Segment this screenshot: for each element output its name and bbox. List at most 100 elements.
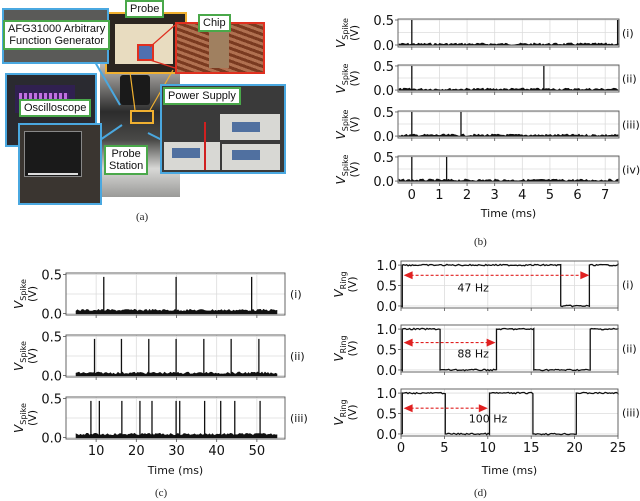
frequency-label: 88 Hz — [457, 348, 489, 361]
subplot-d-1: 47 Hz0.00.51.0VRing(V) (i) — [332, 259, 634, 315]
row-label: (iii) — [622, 119, 640, 132]
x-axis-label: Time (ms) — [481, 464, 537, 477]
y-tick-label: 0.5 — [373, 14, 394, 29]
axes-frame — [397, 64, 620, 93]
y-tick-label: 0.0 — [373, 39, 394, 54]
y-tick-label: 0.5 — [376, 408, 397, 423]
caption-b: (b) — [474, 236, 487, 248]
y-tick-label: 0.5 — [376, 280, 397, 295]
x-tick-label: 6 — [573, 188, 581, 203]
row-label: (ii) — [622, 343, 637, 356]
row-label: (i) — [622, 27, 634, 40]
x-tick-label: 10 — [480, 441, 497, 456]
y-tick-label: 0.0 — [376, 428, 397, 443]
subplot-b-1: 0.00.5VSpike(V) (i) — [334, 14, 634, 54]
arrow-head-left — [403, 338, 413, 347]
x-tick-label: 5 — [440, 441, 448, 456]
chart-c: 0.00.5VSpike(V) (i)0.00.5VSpike(V) (ii)0.0… — [12, 269, 308, 477]
y-axis-unit: (V) — [26, 410, 39, 426]
subplot-b-3: 0.00.5VSpike(V) (iii) — [334, 106, 640, 145]
y-tick-label: 0.5 — [373, 60, 394, 75]
subplot-b-4: 0.00.5VSpike(V) (iv)0 1 2 3 4 5 6 7Time (ms) — [334, 151, 640, 220]
y-axis-unit: (V) — [26, 286, 39, 302]
charts-svg: 0.00.5VSpike(V) (i)0.00.5VSpike(V) (ii)0.0… — [12, 14, 640, 477]
y-axis-unit: (V) — [26, 348, 39, 364]
x-tick-label: 10 — [88, 444, 105, 459]
x-tick-label: 50 — [249, 444, 266, 459]
y-axis-unit: (V) — [348, 116, 361, 132]
arrow-head-left — [403, 271, 413, 280]
x-tick-label: 40 — [208, 444, 225, 459]
row-label: (ii) — [290, 350, 305, 363]
noise-baseline — [398, 42, 619, 46]
subplot-d-2: 88 Hz0.00.51.0VRing(V) (ii) — [332, 323, 637, 379]
x-tick-label: 25 — [610, 441, 627, 456]
y-tick-label: 0.0 — [41, 431, 62, 446]
axes-frame — [400, 260, 619, 309]
y-tick-label: 0.5 — [41, 269, 62, 284]
y-tick-label: 0.5 — [41, 331, 62, 346]
y-tick-label: 1.0 — [376, 259, 397, 274]
y-axis-unit: (V) — [348, 25, 361, 41]
y-tick-label: 0.5 — [373, 106, 394, 121]
y-axis-unit: (V) — [348, 161, 361, 177]
y-axis-unit: (V) — [346, 340, 359, 356]
y-tick-label: 0.0 — [373, 130, 394, 145]
x-tick-label: 0 — [408, 188, 416, 203]
x-tick-label: 20 — [128, 444, 145, 459]
subplot-d-3: 100 Hz0.00.51.0VRing(V) (iii)0 5 10 15 20 25Ti… — [332, 387, 640, 477]
chart-d: 47 Hz0.00.51.0VRing(V) (i)88 Hz0.00.51.0V… — [332, 259, 640, 477]
frequency-label: 100 Hz — [469, 412, 508, 425]
x-tick-label: 0 — [397, 441, 405, 456]
x-tick-label: 5 — [546, 188, 554, 203]
y-tick-label: 0.0 — [41, 369, 62, 384]
axes-frame — [397, 18, 620, 48]
y-tick-label: 1.0 — [376, 387, 397, 402]
y-tick-label: 0.0 — [376, 300, 397, 315]
arrow-head-right — [486, 338, 496, 347]
y-axis-unit: (V) — [346, 404, 359, 420]
x-tick-label: 15 — [523, 441, 540, 456]
row-label: (iii) — [290, 412, 308, 425]
y-axis-unit: (V) — [348, 70, 361, 86]
y-tick-label: 0.0 — [41, 307, 62, 322]
arrow-head-right — [580, 271, 590, 280]
row-label: (i) — [290, 288, 302, 301]
arrow-head-left — [403, 404, 413, 413]
axes-frame — [397, 110, 620, 139]
subplot-b-2: 0.00.5VSpike(V) (ii) — [334, 60, 637, 99]
y-tick-label: 0.5 — [376, 344, 397, 359]
axes-frame — [400, 388, 619, 437]
x-tick-label: 3 — [491, 188, 499, 203]
x-axis-label: Time (ms) — [147, 464, 203, 477]
noise-baseline — [398, 87, 619, 91]
x-tick-label: 4 — [518, 188, 526, 203]
arrow-head-right — [478, 404, 488, 413]
x-tick-label: 1 — [435, 188, 443, 203]
subplot-c-2: 0.00.5VSpike(V) (ii) — [12, 331, 305, 385]
chart-b: 0.00.5VSpike(V) (i)0.00.5VSpike(V) (ii)0.0… — [334, 14, 640, 220]
noise-baseline — [398, 178, 619, 182]
frequency-label: 47 Hz — [457, 282, 489, 295]
x-axis-label: Time (ms) — [480, 207, 536, 220]
y-tick-label: 1.0 — [376, 323, 397, 338]
row-label: (iv) — [622, 164, 640, 177]
noise-baseline — [398, 133, 619, 137]
y-tick-label: 0.0 — [376, 364, 397, 379]
x-tick-label: 20 — [566, 441, 583, 456]
caption-c: (c) — [155, 487, 168, 499]
row-label: (i) — [622, 279, 634, 292]
row-label: (ii) — [622, 73, 637, 86]
y-tick-label: 0.5 — [373, 151, 394, 166]
axes-frame — [400, 324, 619, 373]
subplot-c-3: 0.00.5VSpike(V) (iii)10 20 30 40 50Time (ms) — [12, 393, 308, 477]
x-tick-label: 2 — [463, 188, 471, 203]
y-tick-label: 0.0 — [373, 84, 394, 99]
row-label: (iii) — [622, 407, 640, 420]
x-tick-label: 30 — [168, 444, 185, 459]
y-axis-unit: (V) — [346, 276, 359, 292]
subplot-c-1: 0.00.5VSpike(V) (i) — [12, 269, 302, 323]
y-tick-label: 0.5 — [41, 393, 62, 408]
y-tick-label: 0.0 — [373, 175, 394, 190]
x-tick-label: 7 — [601, 188, 609, 203]
